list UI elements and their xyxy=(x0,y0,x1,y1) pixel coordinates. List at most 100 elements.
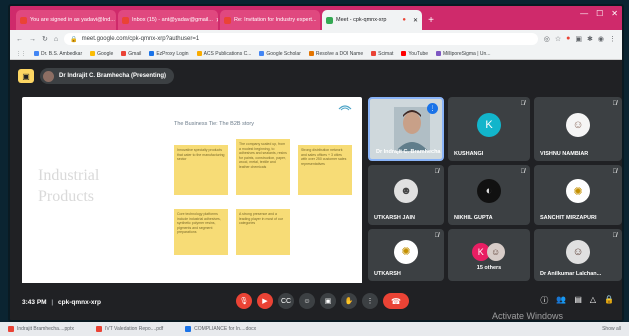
participant-name: KUSHANGI xyxy=(454,151,484,157)
mic-off-icon: 🎙̸ xyxy=(434,169,440,175)
call-controls: 🎙 ▶ CC ☺ ▣ ✋ ⋮ ☎ xyxy=(236,293,409,309)
presenter-name: Dr Indrajit C. Bramhecha (Presenting) xyxy=(59,73,167,79)
slide-title: The Business Tie: The B2B story xyxy=(174,121,254,127)
download-item[interactable]: IVT Valedation Repo....pdf xyxy=(95,326,163,332)
address-toolbar: ← → ↻ ⌂ 🔒 meet.google.com/cpk-qmnx-xrp?a… xyxy=(10,30,622,48)
tab-label: Meet - cpk-qmnx-xrp xyxy=(336,17,387,23)
activities-icon[interactable]: △ xyxy=(590,295,596,306)
tab-favicon-icon xyxy=(20,16,27,24)
participant-tile[interactable]: 🎙̸ ☻ UTKARSH JAIN xyxy=(368,165,444,225)
bookmark-item[interactable]: Google Scholar xyxy=(259,51,301,57)
scholar-icon xyxy=(259,51,265,56)
participant-tile[interactable]: 🎙̸ ✺ SANCHIT MIRZAPURI xyxy=(534,165,622,225)
pdf-file-icon xyxy=(95,326,102,332)
presentation-slide[interactable]: The Business Tie: The B2B story Industri… xyxy=(22,97,362,287)
show-all-downloads-link[interactable]: Show all xyxy=(602,326,621,332)
pptx-file-icon xyxy=(8,326,14,332)
bookmark-item[interactable]: Dr. B.S. Ambedkar xyxy=(34,51,82,57)
info-icon[interactable]: ⓘ xyxy=(540,295,548,306)
tab-label: Inbox (15) - ant@yadav@gmail... xyxy=(132,17,213,23)
meet-control-bar: 3:43 PM | cpk-qmnx-xrp 🎙 ▶ CC ☺ ▣ ✋ ⋮ ☎ … xyxy=(10,283,622,321)
bookmark-item[interactable]: MilliporeSigma | Un... xyxy=(436,51,490,57)
maximize-icon[interactable]: ☐ xyxy=(596,9,603,18)
presenter-pill[interactable]: Dr Indrajit C. Bramhecha (Presenting) xyxy=(40,68,175,84)
mic-off-icon: 🎙̸ xyxy=(612,169,618,175)
bookmark-icon xyxy=(371,51,377,56)
company-logo-icon xyxy=(338,105,352,111)
new-tab-button[interactable]: + xyxy=(424,10,438,30)
participant-tile[interactable]: 🎙̸ ◐ NIKHIL GUPTA xyxy=(448,165,530,225)
close-window-icon[interactable]: ✕ xyxy=(611,9,618,18)
close-icon[interactable]: ✕ xyxy=(413,17,418,24)
bookmark-item[interactable]: ACS Publications C... xyxy=(196,51,251,57)
activate-windows-watermark: Activate Windows xyxy=(492,311,564,321)
bookmark-item[interactable]: Google xyxy=(90,51,113,57)
bookmark-item[interactable]: YouTube xyxy=(401,51,428,57)
participant-name: Dr Indrajit C. Bramhecha xyxy=(376,149,441,155)
docx-file-icon xyxy=(185,326,192,332)
lock-icon[interactable]: 🔒 xyxy=(604,295,614,306)
participant-tile[interactable]: 🎙̸ ☺ VISHNU NAMBIAR xyxy=(534,97,622,161)
lock-icon: 🔒 xyxy=(70,36,78,43)
emoji-reaction-button[interactable]: ☺ xyxy=(299,293,315,309)
mic-off-icon: 🎙̸ xyxy=(612,233,618,239)
avatar: ✺ xyxy=(394,239,418,264)
tab-label: Re: Invitation for Industry expert... xyxy=(234,17,317,23)
participant-tile[interactable]: 🎙̸ K KUSHANGI xyxy=(448,97,530,161)
participant-tile-presenter[interactable]: ⋮ Dr Indrajit C. Bramhecha xyxy=(368,97,444,161)
home-icon[interactable]: ⌂ xyxy=(54,36,58,43)
bookmarks-bar: ⋮⋮ Dr. B.S. Ambedkar Google Gmail EzProx… xyxy=(10,48,622,60)
slide-heading: Industrial Products xyxy=(38,167,100,205)
avatar: ✺ xyxy=(566,179,590,204)
download-item[interactable]: COMPLIANCE for In....docx xyxy=(185,326,256,332)
avatar: ☻ xyxy=(394,179,418,204)
bookmark-item[interactable]: Resolve a DOI Name xyxy=(308,51,363,57)
extension-icon[interactable]: ● xyxy=(566,35,570,43)
star-icon[interactable]: ☆ xyxy=(555,35,561,43)
browser-tab-active[interactable]: Meet - cpk-qmnx-xrp ● ✕ xyxy=(322,10,422,30)
leave-call-button[interactable]: ☎ xyxy=(383,293,409,309)
apps-icon[interactable]: ⋮⋮ xyxy=(16,51,26,57)
downloads-shelf: Indrajit Bramhecha....pptx IVT Valedatio… xyxy=(0,322,629,336)
people-icon[interactable]: 👥 xyxy=(556,295,566,306)
reload-icon[interactable]: ↻ xyxy=(42,35,48,43)
doi-icon xyxy=(308,51,314,56)
mic-toggle-button[interactable]: 🎙 xyxy=(236,293,252,309)
participant-tile[interactable]: 🎙̸ ☺ Dr Anilkumar Lalchan... xyxy=(534,229,622,281)
menu-icon[interactable]: ⋮ xyxy=(609,35,616,43)
back-icon[interactable]: ← xyxy=(16,36,23,43)
participant-name: 15 others xyxy=(476,265,502,271)
present-button[interactable]: ▣ xyxy=(320,293,336,309)
browser-tab[interactable]: You are signed in as yadavi@Ind... ✕ xyxy=(16,10,116,30)
gmail-icon xyxy=(224,16,231,24)
participant-tile[interactable]: 🎙̸ ✺ UTKARSH xyxy=(368,229,444,281)
bookmark-item[interactable]: Gmail xyxy=(121,51,141,57)
slide-text-box: A strong presence and a leading player i… xyxy=(236,209,290,255)
bookmark-item[interactable]: EzProxy Login xyxy=(149,51,189,57)
more-options-button[interactable]: ⋮ xyxy=(362,293,378,309)
url-bar[interactable]: 🔒 meet.google.com/cpk-qmnx-xrp?authuser=… xyxy=(64,33,538,45)
participant-tile-others[interactable]: K ☺ 15 others xyxy=(448,229,530,281)
bookmark-item[interactable]: Scimat xyxy=(371,51,393,57)
forward-icon[interactable]: → xyxy=(29,36,36,43)
present-screen-icon[interactable]: ▣ xyxy=(18,69,34,83)
chat-icon[interactable]: ▤ xyxy=(574,295,582,306)
profile-icon[interactable]: ◉ xyxy=(598,35,604,43)
puzzle-icon[interactable]: ✱ xyxy=(587,35,593,43)
browser-tab[interactable]: Inbox (15) - ant@yadav@gmail... ✕ xyxy=(118,10,218,30)
bookmark-icon xyxy=(149,51,155,56)
close-icon[interactable]: ✕ xyxy=(216,17,218,24)
gmail-icon xyxy=(122,16,129,24)
cast-icon[interactable]: ◎ xyxy=(544,35,550,43)
screen-frame: You are signed in as yadavi@Ind... ✕ Inb… xyxy=(0,0,629,336)
participant-name: NIKHIL GUPTA xyxy=(454,215,493,221)
captions-button[interactable]: CC xyxy=(278,293,294,309)
download-item[interactable]: Indrajit Bramhecha....pptx xyxy=(8,326,74,332)
camera-toggle-button[interactable]: ▶ xyxy=(257,293,273,309)
browser-tab[interactable]: Re: Invitation for Industry expert... ✕ xyxy=(220,10,320,30)
raise-hand-button[interactable]: ✋ xyxy=(341,293,357,309)
extension-icon[interactable]: ▣ xyxy=(575,35,582,43)
mic-off-icon: 🎙̸ xyxy=(520,169,526,175)
avatar xyxy=(43,70,54,82)
minimize-icon[interactable]: — xyxy=(580,9,588,18)
